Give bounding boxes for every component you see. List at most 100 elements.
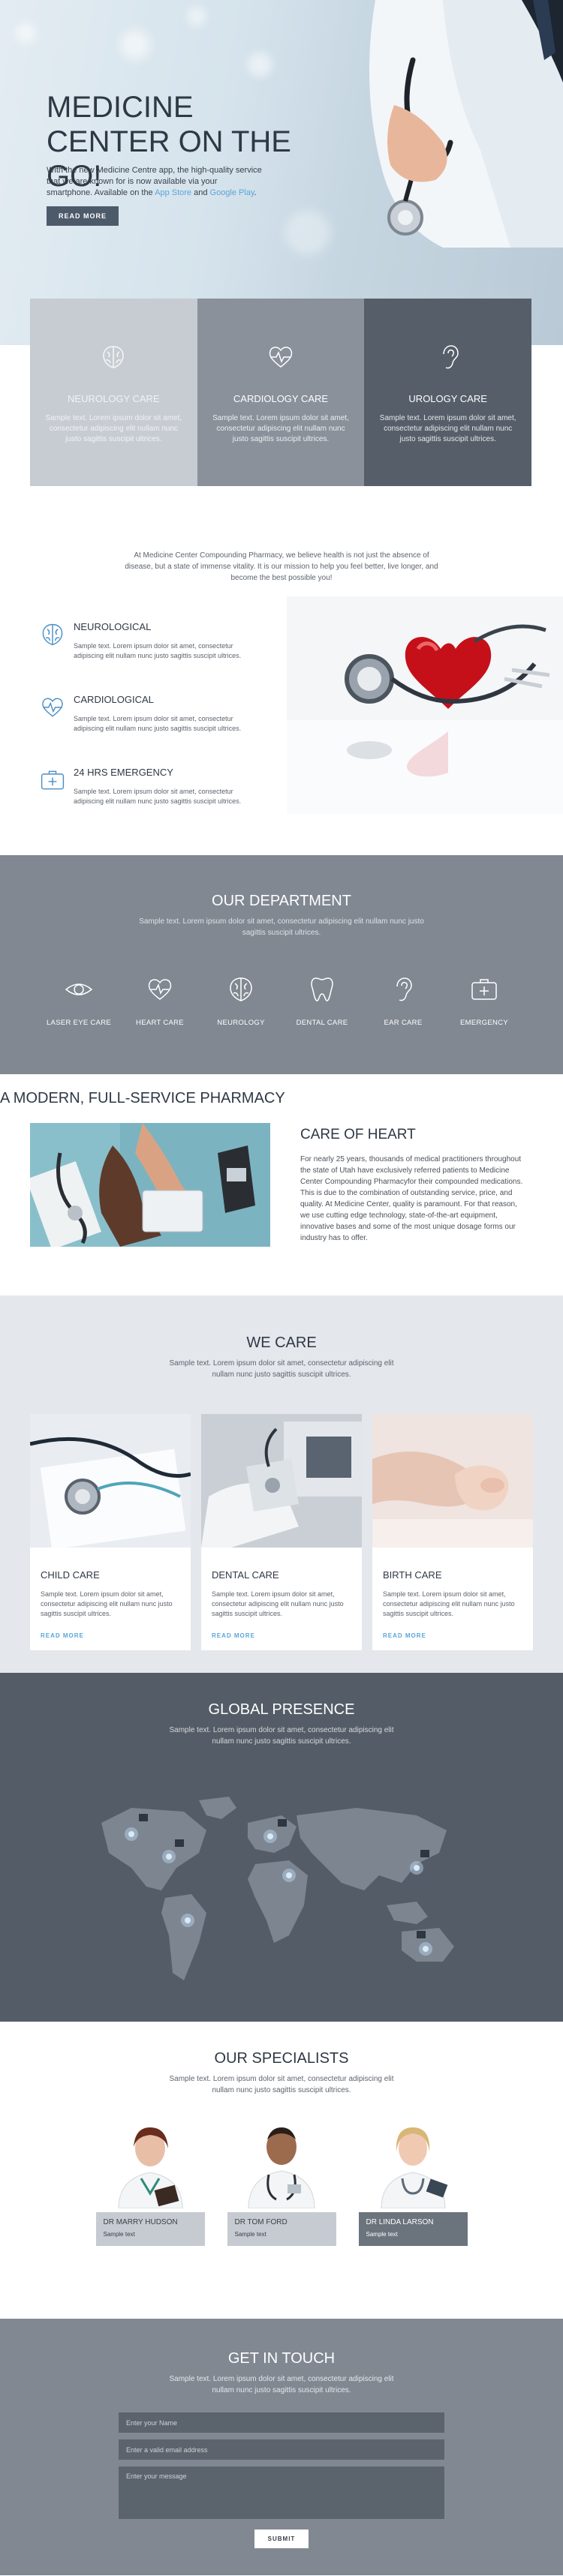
first-aid-kit-icon bbox=[41, 770, 65, 790]
specialist-name: DR TOM FORD bbox=[234, 2218, 288, 2226]
map-marker-icon[interactable] bbox=[162, 1850, 176, 1863]
specialist-caption: DR TOM FORD Sample text bbox=[227, 2212, 336, 2246]
specialist-card[interactable]: DR TOM FORD Sample text bbox=[227, 2118, 336, 2246]
pharmacy-text: At Medicine Center Compounding Pharmacy,… bbox=[125, 551, 438, 582]
specialist-caption: DR MARRY HUDSON Sample text bbox=[95, 2212, 205, 2246]
submit-button[interactable]: SUBMIT bbox=[254, 2529, 309, 2548]
feature-title: NEUROLOGICAL bbox=[74, 621, 152, 632]
department-section: OUR DEPARTMENT Sample text. Lorem ipsum … bbox=[0, 855, 563, 1074]
we-care-text: Sample text. Lorem ipsum dolor sit amet,… bbox=[169, 1359, 394, 1379]
care-of-heart-title: CARE OF HEART bbox=[300, 1126, 416, 1142]
department-neurology[interactable]: NEUROLOGY bbox=[203, 974, 278, 1028]
we-care-card: CHILD CARE Sample text. Lorem ipsum dolo… bbox=[29, 1414, 191, 1650]
card-title: DENTAL CARE bbox=[212, 1569, 279, 1581]
feature-item: CARDIOLOGICAL Sample text. Lorem ipsum do… bbox=[39, 694, 279, 734]
department-emergency[interactable]: EMERGENCY bbox=[447, 974, 522, 1028]
pharmacy-section: NEUROLOGY CARE Sample text. Lorem ipsum … bbox=[0, 299, 563, 1106]
department-title: OUR DEPARTMENT bbox=[212, 893, 351, 909]
feature-title: CARDIOLOGICAL bbox=[74, 694, 154, 705]
department-ear-care[interactable]: EAR CARE bbox=[366, 974, 441, 1028]
stethoscope-heart-image bbox=[287, 596, 563, 814]
world-map bbox=[101, 1797, 454, 1980]
specialist-card[interactable]: DR LINDA LARSON Sample text bbox=[358, 2118, 468, 2246]
bokeh-light bbox=[248, 53, 272, 77]
service-title: UROLOGY CARE bbox=[408, 393, 487, 404]
bokeh-light bbox=[15, 23, 36, 44]
we-care-card: DENTAL CARE Sample text. Lorem ipsum dol… bbox=[201, 1414, 362, 1650]
department-list: LASER EYE CARE HEART CARE NEUROLOGY DENT… bbox=[41, 974, 522, 1028]
heartbeat-icon bbox=[269, 347, 293, 368]
bokeh-light bbox=[285, 210, 330, 255]
we-care-section: WE CARE Sample text. Lorem ipsum dolor s… bbox=[0, 1296, 563, 1673]
department-laser-eye-care[interactable]: LASER EYE CARE bbox=[41, 974, 116, 1028]
tooth-icon bbox=[311, 977, 333, 1001]
service-title: CARDIOLOGY CARE bbox=[233, 393, 329, 404]
service-card-urology[interactable]: UROLOGY CARE Sample text. Lorem ipsum do… bbox=[364, 299, 532, 486]
department-text: Sample text. Lorem ipsum dolor sit amet,… bbox=[139, 917, 424, 937]
bokeh-light bbox=[188, 8, 206, 26]
email-field[interactable] bbox=[119, 2439, 444, 2460]
feature-item: 24 HRS EMERGENCY Sample text. Lorem ipsum… bbox=[39, 767, 279, 806]
care-of-heart-section: CARE OF HEART For nearly 25 years, thous… bbox=[0, 1074, 563, 1296]
contact-section: GET IN TOUCH Sample text. Lorem ipsum do… bbox=[0, 2319, 563, 2575]
hero-section: MEDICINE CENTER ON THE GO! With the new … bbox=[0, 0, 563, 345]
doctor-photo bbox=[95, 2118, 205, 2209]
department-label: LASER EYE CARE bbox=[46, 1019, 112, 1027]
read-more-link[interactable]: READ MORE bbox=[212, 1632, 255, 1639]
department-label: EMERGENCY bbox=[460, 1019, 508, 1027]
card-title: BIRTH CARE bbox=[383, 1569, 442, 1581]
global-title: GLOBAL PRESENCE bbox=[208, 1701, 355, 1718]
read-more-link[interactable]: READ MORE bbox=[41, 1632, 84, 1639]
feature-text: Sample text. Lorem ipsum dolor sit amet,… bbox=[74, 788, 242, 805]
we-care-title: WE CARE bbox=[246, 1335, 317, 1351]
heartbeat-icon bbox=[42, 698, 63, 717]
feature-text: Sample text. Lorem ipsum dolor sit amet,… bbox=[74, 642, 242, 659]
hero-text-end: . bbox=[254, 188, 257, 197]
name-field[interactable] bbox=[119, 2412, 444, 2433]
map-marker-icon[interactable] bbox=[419, 1942, 432, 1956]
contact-title: GET IN TOUCH bbox=[227, 2350, 336, 2367]
specialists-title: OUR SPECIALISTS bbox=[214, 2050, 349, 2067]
hero-read-more-button[interactable]: READ MORE bbox=[47, 206, 119, 226]
map-marker-icon[interactable] bbox=[125, 1827, 138, 1841]
map-marker-icon[interactable] bbox=[410, 1861, 423, 1875]
marker-tag bbox=[175, 1839, 184, 1847]
marker-tag bbox=[420, 1850, 429, 1857]
app-store-link[interactable]: App Store bbox=[155, 188, 191, 197]
specialists-list: DR MARRY HUDSON Sample text DR TOM FORD … bbox=[0, 2118, 563, 2246]
doctor-with-stethoscope-image bbox=[369, 0, 563, 248]
message-field[interactable] bbox=[119, 2466, 444, 2519]
read-more-link[interactable]: READ MORE bbox=[383, 1632, 426, 1639]
dental-chair-image bbox=[201, 1414, 362, 1548]
doctor-photo bbox=[358, 2118, 468, 2209]
feature-item: NEUROLOGICAL Sample text. Lorem ipsum dol… bbox=[39, 621, 279, 661]
hero-text-and: and bbox=[191, 188, 210, 197]
map-marker-icon[interactable] bbox=[263, 1830, 277, 1843]
map-marker-icon[interactable] bbox=[181, 1914, 194, 1927]
we-care-card: BIRTH CARE Sample text. Lorem ipsum dolo… bbox=[372, 1414, 533, 1650]
department-dental-care[interactable]: DENTAL CARE bbox=[285, 974, 360, 1028]
service-card-neurology[interactable]: NEUROLOGY CARE Sample text. Lorem ipsum … bbox=[30, 299, 197, 486]
first-aid-kit-icon bbox=[471, 979, 497, 1000]
baby-hand-image bbox=[372, 1414, 533, 1548]
card-text: Sample text. Lorem ipsum dolor sit amet,… bbox=[212, 1590, 344, 1617]
feature-title: 24 HRS EMERGENCY bbox=[74, 767, 173, 778]
pharmacy-title: A MODERN, FULL-SERVICE PHARMACY bbox=[0, 1090, 285, 1106]
contact-form: SUBMIT bbox=[119, 2412, 444, 2548]
service-title: NEUROLOGY CARE bbox=[68, 393, 160, 404]
brain-icon bbox=[42, 623, 63, 646]
doctor-photo bbox=[227, 2118, 336, 2209]
google-play-link[interactable]: Google Play bbox=[210, 188, 254, 197]
ear-icon bbox=[396, 977, 412, 1001]
map-marker-icon[interactable] bbox=[282, 1869, 296, 1882]
department-label: EAR CARE bbox=[384, 1019, 423, 1027]
service-card-cardiology[interactable]: CARDIOLOGY CARE Sample text. Lorem ipsum… bbox=[197, 299, 365, 486]
specialist-card[interactable]: DR MARRY HUDSON Sample text bbox=[95, 2118, 205, 2246]
global-text: Sample text. Lorem ipsum dolor sit amet,… bbox=[169, 1726, 394, 1746]
brain-icon bbox=[103, 346, 125, 368]
pharmacy-header: A MODERN, FULL-SERVICE PHARMACY At Medic… bbox=[0, 544, 563, 1106]
department-heart-care[interactable]: HEART CARE bbox=[122, 974, 197, 1028]
department-label: HEART CARE bbox=[136, 1019, 184, 1027]
global-presence-section: GLOBAL PRESENCE Sample text. Lorem ipsum… bbox=[0, 1673, 563, 2022]
specialist-role: Sample text bbox=[103, 2231, 135, 2238]
